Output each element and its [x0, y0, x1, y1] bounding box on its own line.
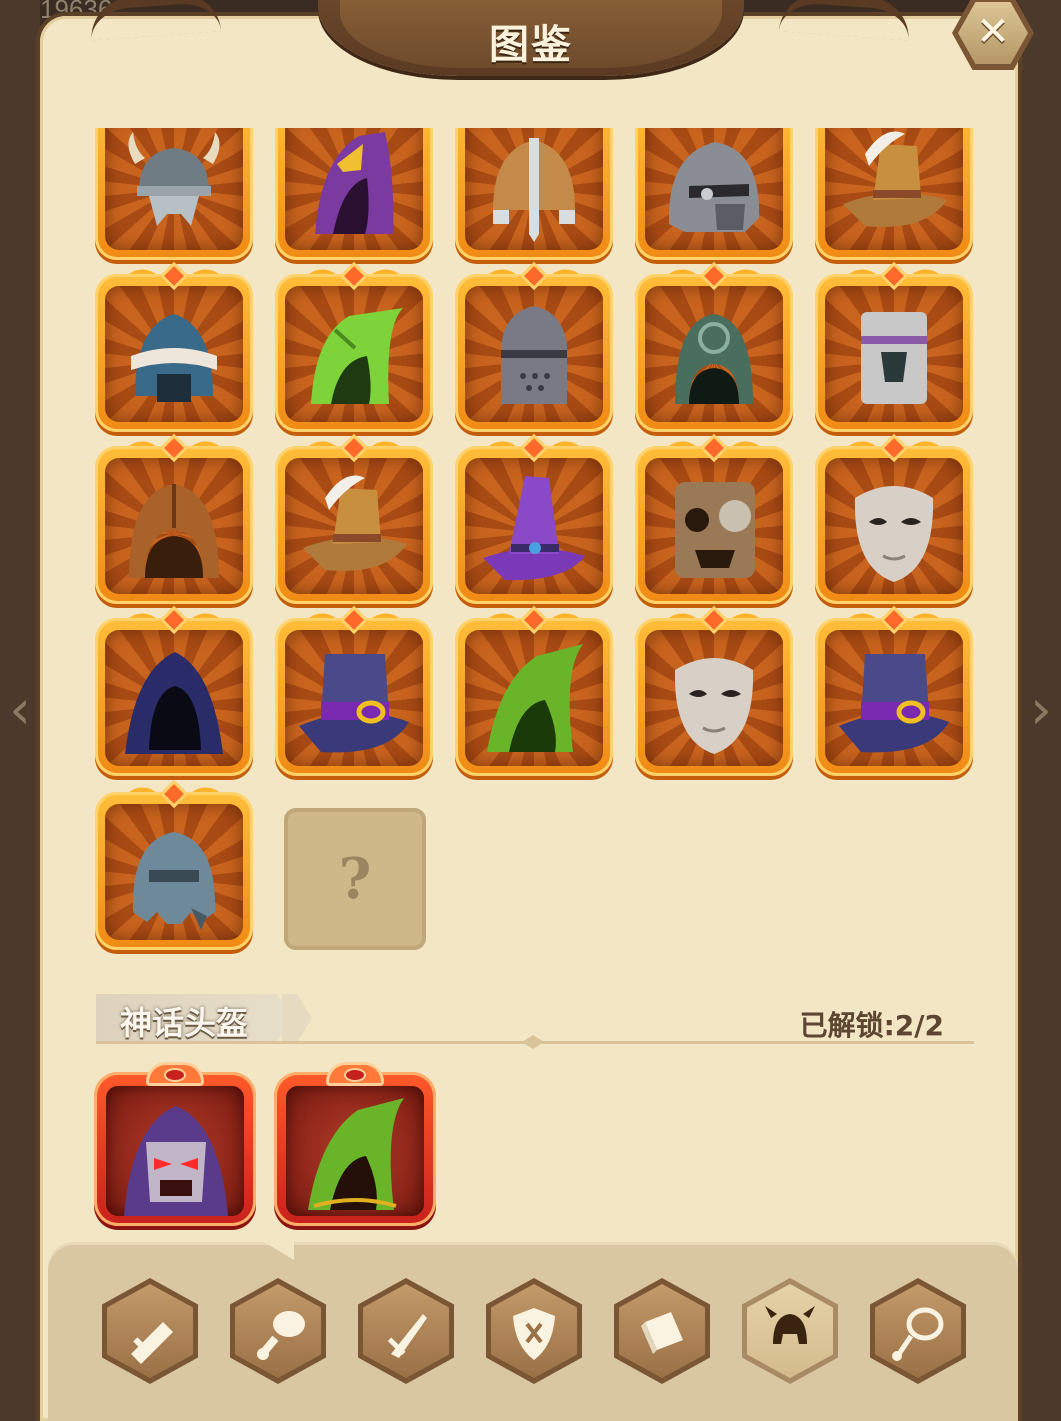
- tab-amulet[interactable]: [870, 1278, 966, 1384]
- helmet-slot[interactable]: [95, 128, 253, 260]
- close-icon: ✕: [976, 9, 1010, 55]
- porcelain-mask-icon: [825, 458, 963, 594]
- unlock-count: 已解锁:2/2: [799, 1009, 944, 1042]
- helmet-slot[interactable]: [275, 261, 433, 432]
- buckle-hat-icon: [285, 630, 423, 766]
- feather-hat-icon: [285, 458, 423, 594]
- helmet-slot[interactable]: [95, 605, 253, 776]
- helmet-slot[interactable]: [275, 433, 433, 604]
- helmet-slot[interactable]: [455, 433, 613, 604]
- locked-slot[interactable]: ?: [284, 808, 426, 950]
- tab-dagger[interactable]: [358, 1278, 454, 1384]
- mythic-helmet-slot[interactable]: [94, 1062, 256, 1226]
- helmet-slot[interactable]: [815, 605, 973, 776]
- helmet-slot[interactable]: [635, 605, 793, 776]
- shield-tab-icon: [491, 1284, 577, 1378]
- helmet-tab-icon: [747, 1284, 833, 1378]
- helmet-slot[interactable]: [95, 261, 253, 432]
- helmet-slot[interactable]: [275, 128, 433, 260]
- dark-hood-icon: [105, 630, 243, 766]
- buckle-hat-icon: [825, 630, 963, 766]
- tab-book[interactable]: [614, 1278, 710, 1384]
- background-right-arrow-icon: ›: [1030, 678, 1052, 741]
- sword-tab-icon: [107, 1284, 193, 1378]
- feather-hat-icon: [825, 128, 963, 250]
- spiral-helmet-icon: [645, 286, 783, 422]
- viking-helmet-icon: [105, 128, 243, 250]
- wizard-hat-icon: [465, 458, 603, 594]
- drumstick-tab-icon: [235, 1284, 321, 1378]
- helmet-slot[interactable]: [815, 433, 973, 604]
- bucket-helm-icon: [825, 286, 963, 422]
- amulet-tab-icon: [875, 1284, 961, 1378]
- page-title: 图鉴: [489, 22, 573, 68]
- leather-cap-icon: [105, 458, 243, 594]
- ruby-icon: [344, 1068, 366, 1082]
- dagger-tab-icon: [363, 1284, 449, 1378]
- tab-shield[interactable]: [486, 1278, 582, 1384]
- tab-drumstick[interactable]: [230, 1278, 326, 1384]
- helmet-slot[interactable]: [275, 605, 433, 776]
- helmet-slot[interactable]: [635, 261, 793, 432]
- tiki-mask-icon: [645, 458, 783, 594]
- helmet-slot[interactable]: [455, 128, 613, 260]
- helmet-slot[interactable]: [635, 128, 793, 260]
- tab-sword[interactable]: [102, 1278, 198, 1384]
- porcelain-mask-icon: [645, 630, 783, 766]
- green-pointed-hood-icon: [465, 630, 603, 766]
- mythic-green-hood-icon: [286, 1086, 424, 1216]
- mythic-helmet-slot[interactable]: [274, 1062, 436, 1226]
- helmet-slot[interactable]: [815, 128, 973, 260]
- fur-helmet-icon: [105, 286, 243, 422]
- close-button[interactable]: ✕: [950, 0, 1034, 70]
- tab-helmet[interactable]: [742, 1278, 838, 1384]
- purple-hood-icon: [285, 128, 423, 250]
- section-title: 神话头盔: [120, 1004, 249, 1042]
- question-mark-icon: ?: [338, 846, 372, 912]
- great-helm-icon: [465, 286, 603, 422]
- steel-helmet-icon: [105, 804, 243, 940]
- demon-mask-hood-icon: [106, 1086, 244, 1216]
- helmet-slot[interactable]: [95, 779, 253, 950]
- helmet-slot[interactable]: [455, 261, 613, 432]
- green-hood-icon: [285, 286, 423, 422]
- helmet-slot[interactable]: [95, 433, 253, 604]
- visor-helmet-icon: [645, 128, 783, 250]
- background-left-arrow-icon: ‹: [9, 678, 31, 741]
- helmet-slot[interactable]: [635, 433, 793, 604]
- helmet-grid: [40, 128, 1018, 958]
- ruby-icon: [164, 1068, 186, 1082]
- helmet-slot[interactable]: [455, 605, 613, 776]
- book-tab-icon: [619, 1284, 705, 1378]
- nasal-helmet-icon: [465, 128, 603, 250]
- helmet-slot[interactable]: [815, 261, 973, 432]
